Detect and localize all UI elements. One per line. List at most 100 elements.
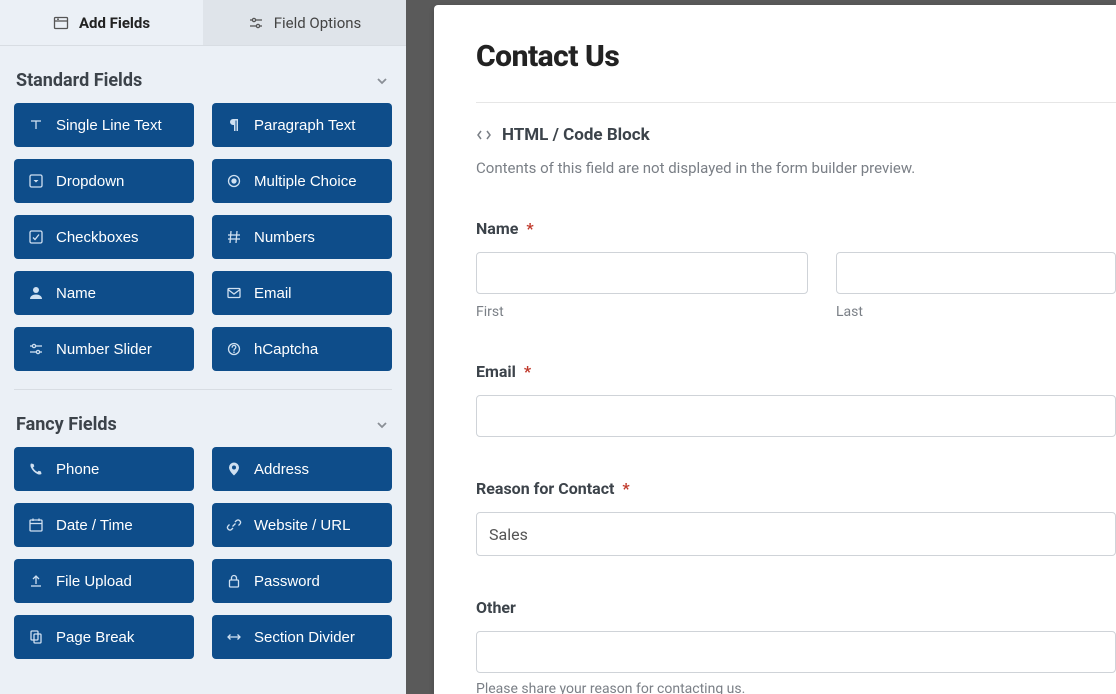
section-fancy-fields: Fancy Fields Phone Address Date / Time W… bbox=[0, 390, 406, 677]
code-block-desc: Contents of this field are not displayed… bbox=[476, 159, 1116, 177]
upload-icon bbox=[28, 573, 44, 589]
field-label: Name bbox=[56, 285, 96, 302]
section-toggle-fancy[interactable]: Fancy Fields bbox=[14, 404, 392, 447]
field-label: hCaptcha bbox=[254, 341, 318, 358]
section-title: Standard Fields bbox=[16, 70, 142, 91]
field-email[interactable]: Email bbox=[212, 271, 392, 315]
code-icon bbox=[476, 127, 492, 143]
field-number-slider[interactable]: Number Slider bbox=[14, 327, 194, 371]
standard-fields-grid: Single Line Text Paragraph Text Dropdown… bbox=[14, 103, 392, 389]
reason-selected-value: Sales bbox=[489, 525, 528, 544]
text-icon bbox=[28, 117, 44, 133]
builder-tabs: Add Fields Field Options bbox=[0, 0, 406, 46]
field-single-line-text[interactable]: Single Line Text bbox=[14, 103, 194, 147]
email-field-group[interactable]: Email * bbox=[476, 362, 1116, 437]
field-label: Email bbox=[254, 285, 292, 302]
field-label: Password bbox=[254, 573, 320, 590]
section-toggle-standard[interactable]: Standard Fields bbox=[14, 60, 392, 103]
question-circle-icon bbox=[226, 341, 242, 357]
checkbox-icon bbox=[28, 229, 44, 245]
field-label: Website / URL bbox=[254, 517, 350, 534]
other-label: Other bbox=[476, 598, 516, 617]
reason-select[interactable]: Sales bbox=[476, 512, 1116, 556]
paragraph-icon bbox=[226, 117, 242, 133]
chevron-down-icon bbox=[374, 417, 390, 433]
field-label: Single Line Text bbox=[56, 117, 162, 134]
field-label: Multiple Choice bbox=[254, 173, 357, 190]
field-label: Address bbox=[254, 461, 309, 478]
pin-icon bbox=[226, 461, 242, 477]
field-label: Section Divider bbox=[254, 629, 355, 646]
field-label: Date / Time bbox=[56, 517, 133, 534]
field-multiple-choice[interactable]: Multiple Choice bbox=[212, 159, 392, 203]
code-block-label: HTML / Code Block bbox=[502, 125, 650, 145]
form-title[interactable]: Contact Us bbox=[476, 39, 1116, 74]
chevron-down-icon bbox=[374, 73, 390, 89]
field-file-upload[interactable]: File Upload bbox=[14, 559, 194, 603]
sidebar: Add Fields Field Options Standard Fields… bbox=[0, 0, 406, 694]
email-label: Email bbox=[476, 362, 516, 381]
tab-field-options[interactable]: Field Options bbox=[203, 0, 406, 45]
section-standard-fields: Standard Fields Single Line Text Paragra… bbox=[0, 46, 406, 389]
link-icon bbox=[226, 517, 242, 533]
title-divider bbox=[476, 102, 1116, 103]
first-name-input[interactable] bbox=[476, 252, 808, 294]
field-hcaptcha[interactable]: hCaptcha bbox=[212, 327, 392, 371]
field-checkboxes[interactable]: Checkboxes bbox=[14, 215, 194, 259]
user-icon bbox=[28, 285, 44, 301]
reason-field-group[interactable]: Reason for Contact * Sales bbox=[476, 479, 1116, 556]
html-code-block-field[interactable]: HTML / Code Block Contents of this field… bbox=[476, 125, 1116, 177]
radio-icon bbox=[226, 173, 242, 189]
other-input[interactable] bbox=[476, 631, 1116, 673]
hash-icon bbox=[226, 229, 242, 245]
first-sublabel: First bbox=[476, 304, 808, 320]
field-dropdown[interactable]: Dropdown bbox=[14, 159, 194, 203]
field-name[interactable]: Name bbox=[14, 271, 194, 315]
field-label: Phone bbox=[56, 461, 99, 478]
field-label: Dropdown bbox=[56, 173, 124, 190]
caret-square-icon bbox=[28, 173, 44, 189]
field-page-break[interactable]: Page Break bbox=[14, 615, 194, 659]
fancy-fields-grid: Phone Address Date / Time Website / URL … bbox=[14, 447, 392, 677]
field-website-url[interactable]: Website / URL bbox=[212, 503, 392, 547]
name-field-group[interactable]: Name * First Last bbox=[476, 219, 1116, 320]
field-phone[interactable]: Phone bbox=[14, 447, 194, 491]
last-name-input[interactable] bbox=[836, 252, 1116, 294]
preview-area: Contact Us HTML / Code Block Contents of… bbox=[406, 0, 1116, 694]
email-input[interactable] bbox=[476, 395, 1116, 437]
envelope-icon bbox=[226, 285, 242, 301]
required-mark: * bbox=[526, 219, 533, 238]
field-address[interactable]: Address bbox=[212, 447, 392, 491]
copy-icon bbox=[28, 629, 44, 645]
name-label: Name bbox=[476, 219, 518, 238]
tab-label: Field Options bbox=[274, 14, 362, 32]
tab-add-fields[interactable]: Add Fields bbox=[0, 0, 203, 45]
field-label: Paragraph Text bbox=[254, 117, 355, 134]
lock-icon bbox=[226, 573, 242, 589]
field-label: Number Slider bbox=[56, 341, 152, 358]
sliders-icon bbox=[28, 341, 44, 357]
field-label: File Upload bbox=[56, 573, 132, 590]
reason-label: Reason for Contact bbox=[476, 479, 614, 498]
required-mark: * bbox=[622, 479, 629, 498]
field-paragraph-text[interactable]: Paragraph Text bbox=[212, 103, 392, 147]
sliders-icon bbox=[248, 15, 264, 31]
field-date-time[interactable]: Date / Time bbox=[14, 503, 194, 547]
other-field-group[interactable]: Other Please share your reason for conta… bbox=[476, 598, 1116, 694]
phone-icon bbox=[28, 461, 44, 477]
arrows-h-icon bbox=[226, 629, 242, 645]
field-label: Checkboxes bbox=[56, 229, 139, 246]
other-helper: Please share your reason for contacting … bbox=[476, 681, 1116, 694]
calendar-icon bbox=[28, 517, 44, 533]
last-sublabel: Last bbox=[836, 304, 1116, 320]
field-label: Page Break bbox=[56, 629, 134, 646]
field-password[interactable]: Password bbox=[212, 559, 392, 603]
section-title: Fancy Fields bbox=[16, 414, 117, 435]
field-numbers[interactable]: Numbers bbox=[212, 215, 392, 259]
required-mark: * bbox=[524, 362, 531, 381]
tab-label: Add Fields bbox=[79, 14, 150, 32]
form-preview: Contact Us HTML / Code Block Contents of… bbox=[434, 5, 1116, 694]
form-icon bbox=[53, 15, 69, 31]
field-section-divider[interactable]: Section Divider bbox=[212, 615, 392, 659]
field-label: Numbers bbox=[254, 229, 315, 246]
